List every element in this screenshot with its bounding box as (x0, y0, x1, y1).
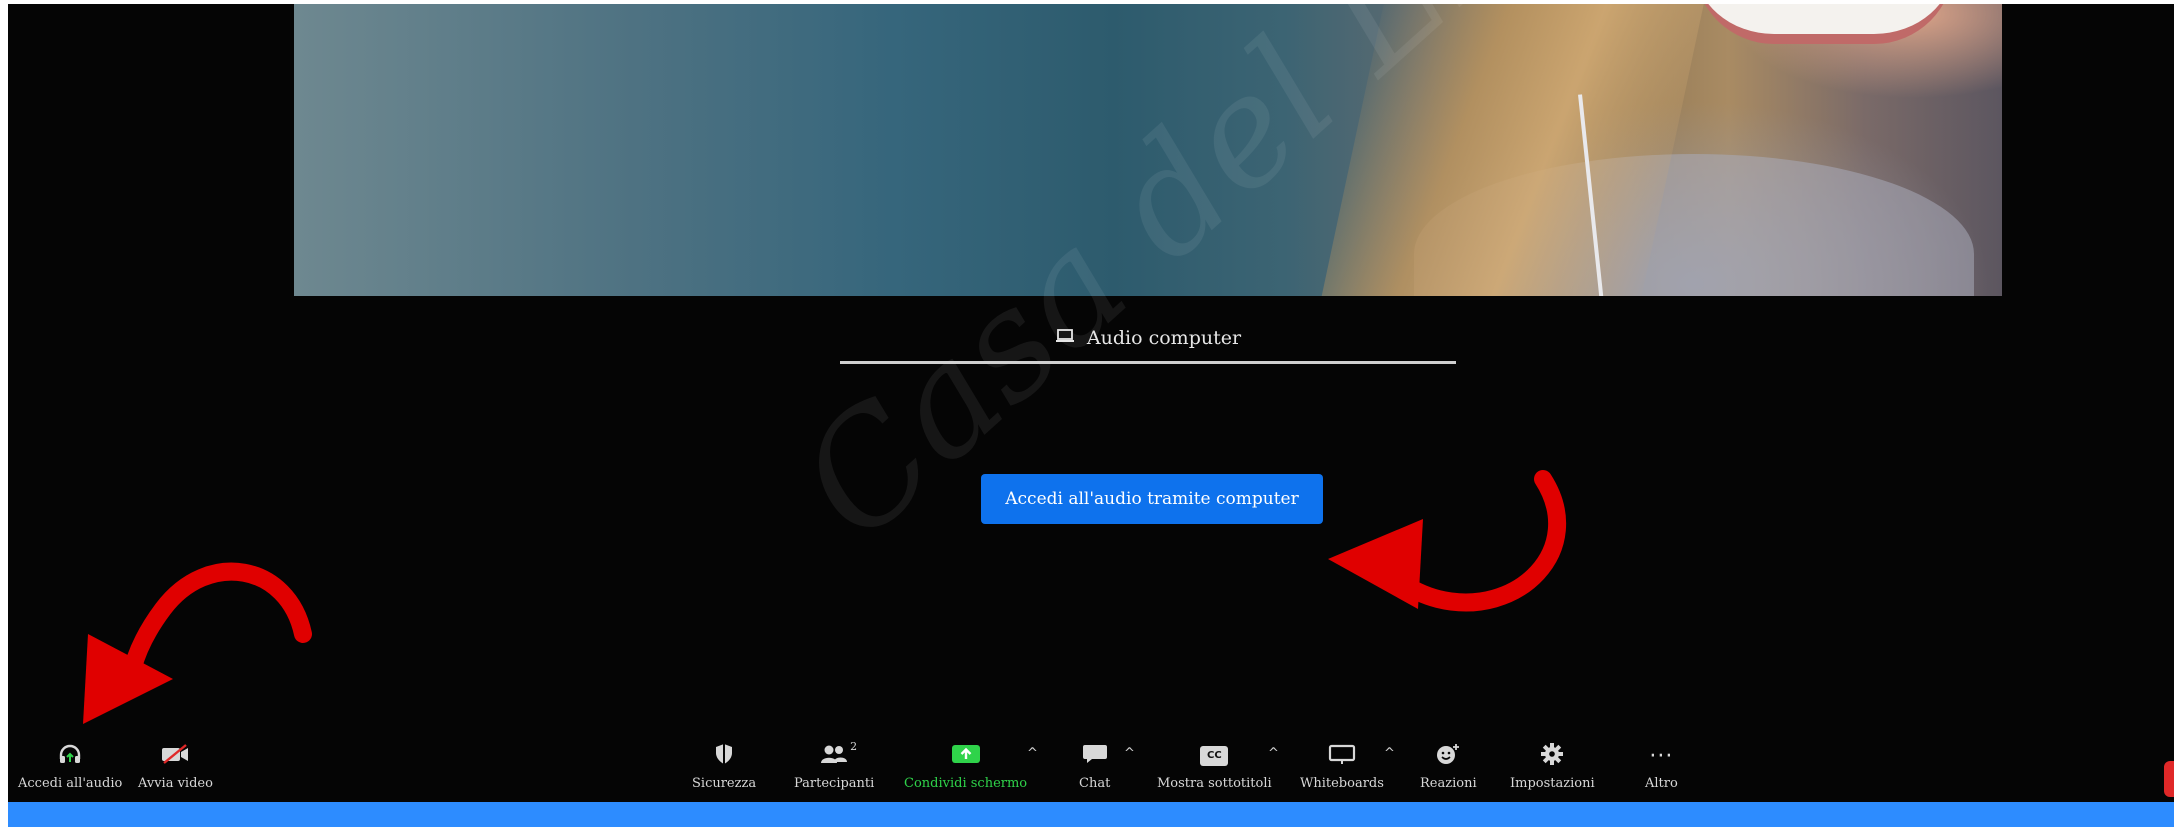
meeting-window: Casa del Lievito Audio computer Accedi a… (8, 4, 2174, 827)
headphones-icon (58, 743, 82, 769)
chat-icon (1082, 743, 1108, 769)
participants-count: 2 (850, 740, 858, 753)
join-audio-by-computer-button[interactable]: Accedi all'audio tramite computer (981, 474, 1323, 524)
settings-button[interactable]: Impostazioni (1510, 742, 1595, 806)
whiteboards-label: Whiteboards (1300, 776, 1384, 791)
captions-chevron-up-icon[interactable]: ^ (1268, 746, 1279, 761)
participants-label: Partecipanti (794, 776, 875, 791)
end-meeting-button[interactable] (2164, 761, 2174, 797)
whiteboards-button[interactable]: Whiteboards (1300, 742, 1384, 806)
show-captions-label: Mostra sottotitoli (1157, 776, 1272, 791)
shield-icon (714, 743, 734, 769)
bottom-blue-bar (8, 802, 2174, 827)
security-button[interactable]: Sicurezza (692, 742, 756, 806)
reactions-label: Reazioni (1420, 776, 1477, 791)
settings-label: Impostazioni (1510, 776, 1595, 791)
smiley-plus-icon (1435, 743, 1461, 769)
chat-button[interactable]: Chat (1079, 742, 1110, 806)
video-off-icon (160, 743, 190, 769)
share-screen-chevron-up-icon[interactable]: ^ (1027, 746, 1038, 761)
laptop-icon (1055, 327, 1075, 349)
participants-button[interactable]: 2 Partecipanti (794, 740, 875, 806)
security-label: Sicurezza (692, 776, 757, 791)
share-screen-icon (951, 743, 981, 769)
chat-chevron-up-icon[interactable]: ^ (1124, 746, 1135, 761)
share-screen-label: Condividi schermo (904, 776, 1028, 791)
share-screen-button[interactable]: Condividi schermo (904, 742, 1027, 806)
start-video-button[interactable]: Avvia video (138, 742, 213, 806)
whiteboard-icon (1328, 743, 1356, 769)
annotation-arrow-left (83, 562, 312, 724)
tab-active-underline (840, 361, 1456, 364)
closed-captions-icon: CC (1200, 746, 1229, 766)
gear-icon (1540, 742, 1564, 770)
tab-audio-computer[interactable]: Audio computer (840, 312, 1456, 364)
participants-icon (819, 743, 849, 769)
annotation-arrow-right (1328, 470, 1567, 612)
tab-audio-computer-label: Audio computer (1086, 327, 1242, 349)
video-smile (1694, 4, 1954, 44)
meeting-toolbar: Accedi all'audio Avvia video Sicurezza 2… (8, 740, 2174, 806)
start-video-label: Avvia video (138, 776, 213, 791)
show-captions-button[interactable]: CC Mostra sottotitoli (1157, 742, 1272, 806)
reactions-button[interactable]: Reazioni (1420, 742, 1477, 806)
chat-label: Chat (1079, 776, 1111, 791)
more-button[interactable]: ··· Altro (1645, 742, 1678, 806)
join-audio-label: Accedi all'audio (18, 776, 123, 791)
join-audio-toolbar-button[interactable]: Accedi all'audio (18, 742, 122, 806)
more-label: Altro (1645, 776, 1678, 791)
whiteboards-chevron-up-icon[interactable]: ^ (1384, 746, 1395, 761)
more-dots-icon: ··· (1649, 743, 1674, 769)
